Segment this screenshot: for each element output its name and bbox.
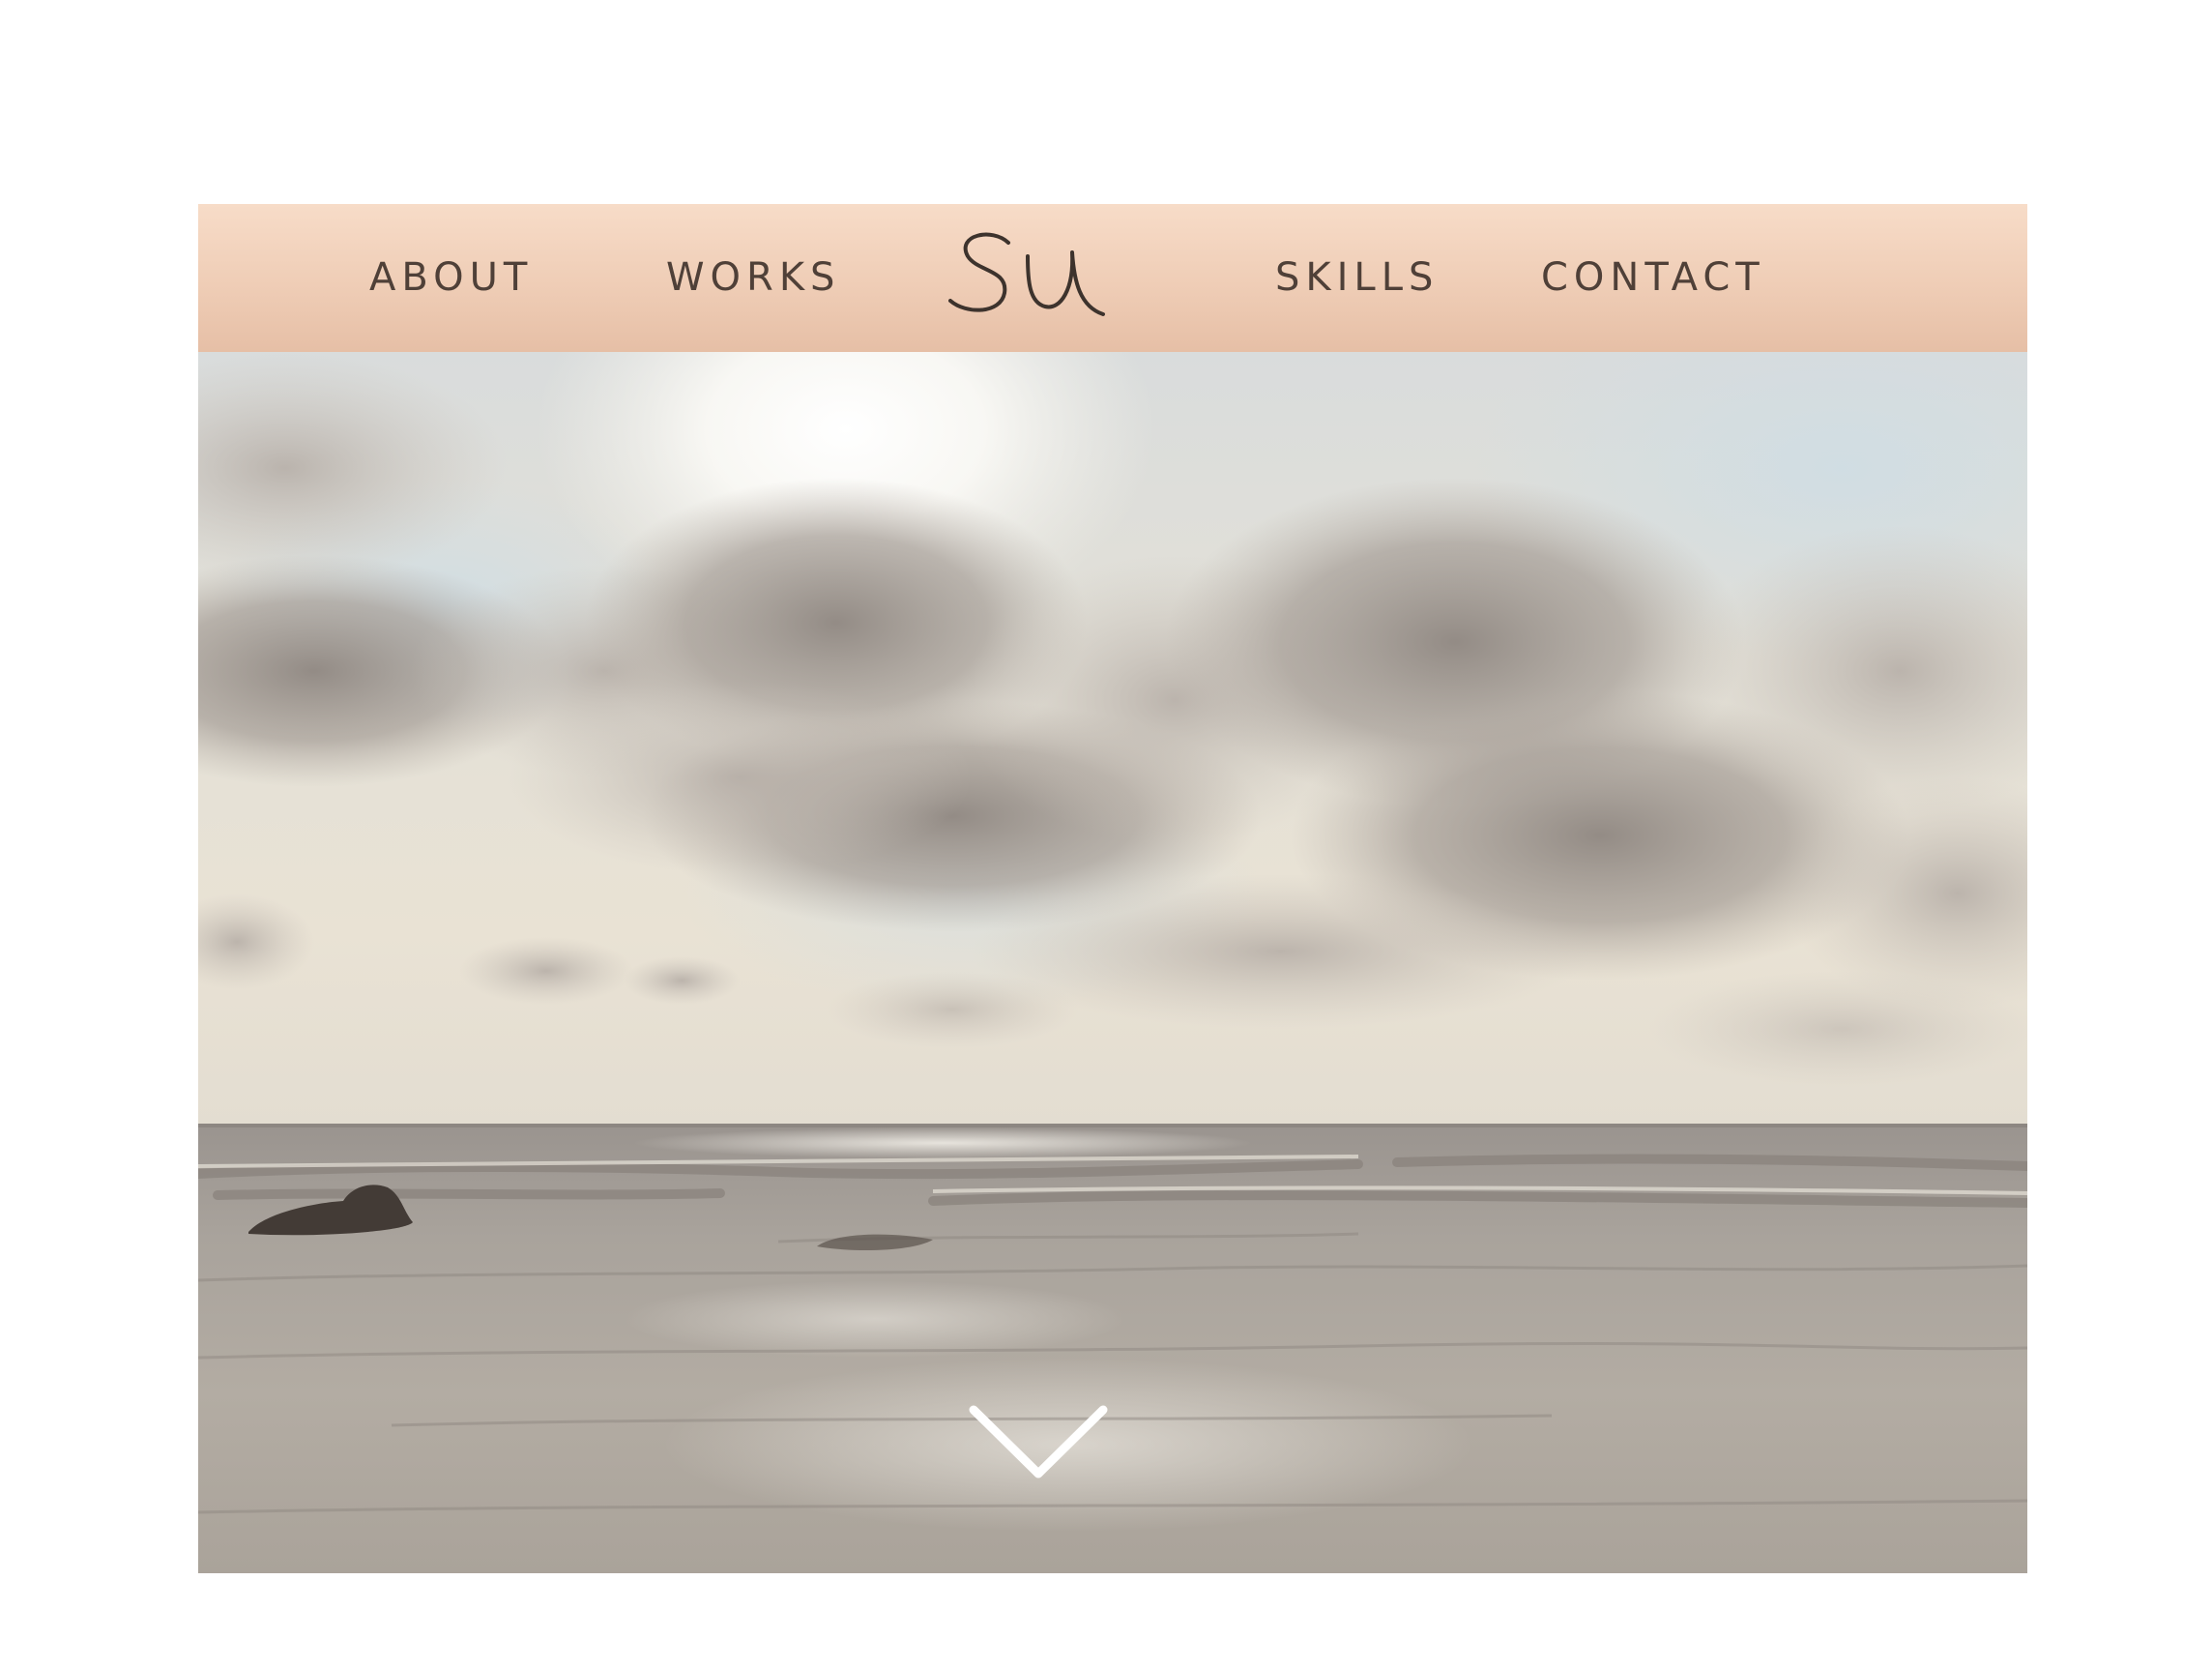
page-frame: ABOUT WORKS SKILLS CONTACT [198, 204, 2027, 1573]
chevron-down-icon [969, 1405, 1108, 1478]
top-navbar: ABOUT WORKS SKILLS CONTACT [198, 204, 2027, 352]
nav-works-link[interactable]: WORKS [666, 204, 840, 352]
scroll-down-button[interactable] [968, 1396, 1109, 1493]
su-logo-signature [948, 232, 1105, 316]
nav-skills-link[interactable]: SKILLS [1275, 204, 1439, 352]
nav-contact-link[interactable]: CONTACT [1541, 204, 1765, 352]
su-logo[interactable] [948, 214, 1122, 330]
beach-photo [198, 352, 2027, 1573]
nav-about-link[interactable]: ABOUT [369, 204, 533, 352]
hero-beach-image [198, 352, 2027, 1573]
